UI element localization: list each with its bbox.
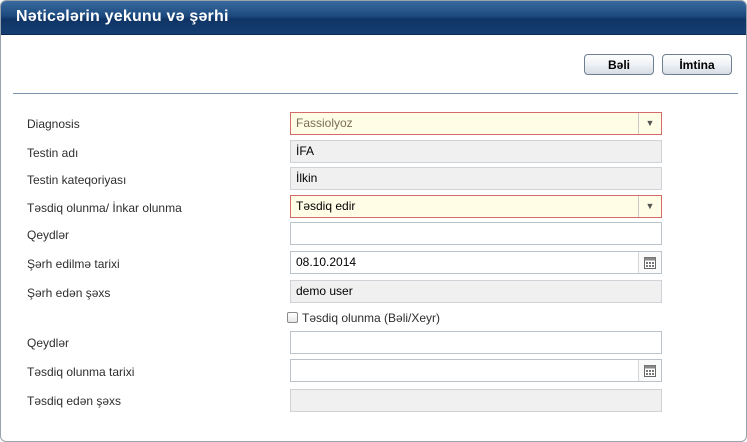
test-name-label: Testin adı [27,146,79,160]
chevron-down-icon[interactable]: ▼ [638,196,661,217]
approver-label: Təsdiq edən şəxs [27,394,122,408]
diagnosis-value: Fassiolyoz [296,116,353,130]
notes-label-2: Qeydlər [27,336,70,350]
comment-date-input[interactable]: 08.10.2014 [290,251,662,274]
calendar-icon[interactable] [638,252,661,273]
chevron-down-icon[interactable]: ▼ [638,113,661,134]
test-name-field: İFA [290,140,662,163]
test-name-value: İFA [296,144,315,158]
test-category-value: İlkin [296,171,318,185]
commenter-label: Şərh edən şəxs [27,286,111,300]
approval-checkbox[interactable] [287,312,298,323]
cancel-button[interactable]: İmtina [662,54,732,75]
notes-input[interactable] [290,222,662,245]
approval-status-label: Təsdiq olunma/ İnkar olunma [27,201,182,215]
dialog-title: Nəticələrin yekunu və şərhi [16,8,229,25]
dialog-titlebar: Nəticələrin yekunu və şərhi [1,1,746,35]
notes-label: Qeydlər [27,228,70,242]
approval-checkbox-label: Təsdiq olunma (Bəli/Xeyr) [302,311,441,325]
notes-input-2[interactable] [290,331,662,354]
comment-date-label: Şərh edilmə tarixi [27,257,120,271]
approval-date-input[interactable] [290,359,662,382]
commenter-field: demo user [290,280,662,303]
approval-checkbox-row[interactable]: Təsdiq olunma (Bəli/Xeyr) [287,311,440,325]
header-divider [13,93,738,94]
diagnosis-label: Diagnosis [27,117,80,131]
calendar-icon[interactable] [638,360,661,381]
yes-button[interactable]: Bəli [584,54,654,75]
comment-date-value: 08.10.2014 [296,255,357,269]
diagnosis-select[interactable]: Fassiolyoz ▼ [290,112,662,135]
commenter-value: demo user [296,284,353,298]
approval-date-label: Təsdiq olunma tarixi [27,365,135,379]
test-category-field: İlkin [290,167,662,190]
approval-status-select[interactable]: Təsdiq edir ▼ [290,195,662,218]
approver-field [290,389,662,412]
approval-status-value: Təsdiq edir [296,199,356,213]
dialog-window: Nəticələrin yekunu və şərhi Bəli İmtina … [0,0,747,442]
test-category-label: Testin kateqoriyası [27,173,127,187]
